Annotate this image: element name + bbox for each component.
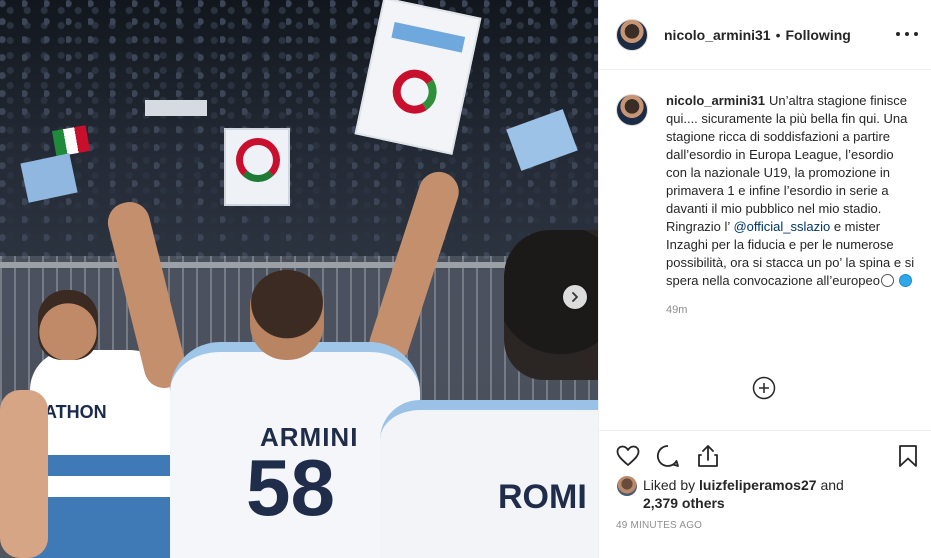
- post-image[interactable]: ATHON ARMINI 58 ROMI: [0, 0, 598, 558]
- avatar[interactable]: [616, 18, 648, 51]
- likes-summary: Liked by luizfeliperamos27 and 2,379 oth…: [617, 476, 917, 512]
- blue-circle-emoji: [898, 274, 912, 287]
- caption-text: Un’altra stagione finisce qui.... sicura…: [666, 93, 908, 234]
- header-username[interactable]: nicolo_armini31: [664, 27, 771, 43]
- chevron-right-icon: [572, 292, 578, 302]
- player-right: ROMI: [380, 230, 598, 558]
- follow-status-button[interactable]: Following: [786, 27, 851, 43]
- others-count[interactable]: 2,379 others: [643, 495, 725, 511]
- liked-by-prefix: Liked by: [643, 477, 696, 493]
- caption: nicolo_armini31 Un’altra stagione finisce…: [666, 92, 916, 290]
- caption-avatar[interactable]: [616, 94, 648, 126]
- liker-avatar[interactable]: [617, 476, 637, 496]
- action-bar: [599, 430, 931, 478]
- banner: [145, 100, 207, 116]
- post-header: nicolo_armini31 • Following: [599, 0, 931, 70]
- comment-time: 49m: [666, 304, 688, 316]
- more-options-icon[interactable]: [896, 24, 918, 44]
- caption-username[interactable]: nicolo_armini31: [666, 93, 765, 108]
- heart-icon[interactable]: [615, 443, 641, 469]
- likes-text: Liked by luizfeliperamos27 and 2,379 oth…: [643, 476, 844, 512]
- jersey-left-text: ATHON: [44, 402, 107, 422]
- post-panel: nicolo_armini31 • Following nicolo_armin…: [598, 0, 931, 558]
- raised-hand: [0, 390, 48, 558]
- comment-icon[interactable]: [655, 443, 681, 469]
- bookmark-icon[interactable]: [895, 443, 921, 469]
- post-timestamp[interactable]: 49 MINUTES AGO: [616, 520, 702, 531]
- caption-row: nicolo_armini31 Un’altra stagione finisce…: [616, 92, 916, 290]
- share-icon[interactable]: [695, 443, 721, 469]
- liked-by-user[interactable]: luizfeliperamos27: [699, 477, 817, 493]
- separator-dot: •: [775, 26, 781, 43]
- plus-circle-icon[interactable]: [752, 376, 776, 400]
- round-logo-flag: [224, 128, 290, 206]
- jersey-right-text: ROMI: [498, 478, 587, 516]
- liked-by-and: and: [820, 477, 844, 493]
- jersey-number: 58: [246, 443, 335, 532]
- mention-link[interactable]: @official_sslazio: [733, 219, 830, 234]
- comments-section: nicolo_armini31 Un’altra stagione finisce…: [599, 70, 931, 430]
- next-image-button[interactable]: [563, 285, 587, 309]
- white-circle-emoji: [880, 274, 894, 287]
